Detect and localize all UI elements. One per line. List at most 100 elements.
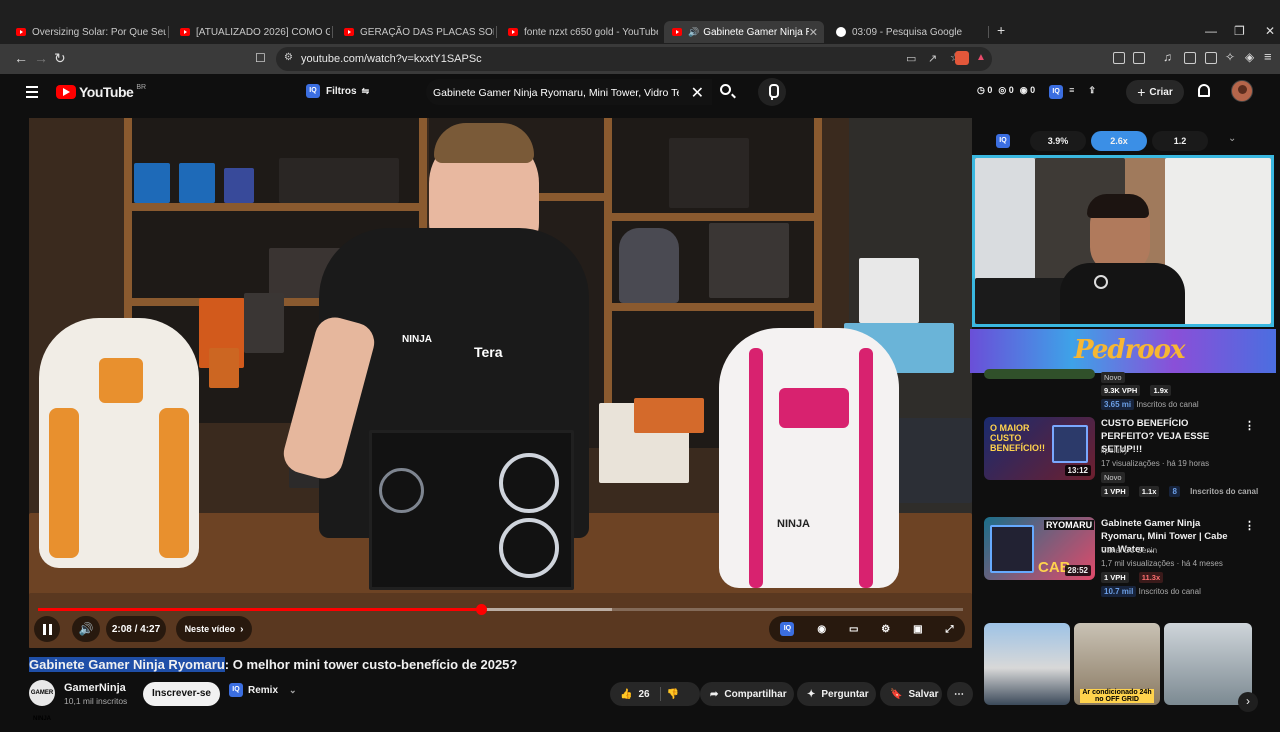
close-tab-icon[interactable]: ✕ bbox=[809, 26, 818, 39]
browser-tab[interactable]: [ATUALIZADO 2026] COMO GANHAR bbox=[172, 21, 330, 43]
ask-label: Perguntar bbox=[821, 688, 869, 700]
list-icon[interactable]: ≡ bbox=[1069, 85, 1074, 99]
extension-icon[interactable] bbox=[1133, 52, 1145, 64]
short-thumbnail-text: Ar condicionado 24h no OFF GRID bbox=[1080, 689, 1154, 703]
share-icon[interactable]: ↗ bbox=[928, 52, 937, 65]
volume-button[interactable]: 🔊 bbox=[72, 616, 100, 642]
progress-fill bbox=[38, 608, 481, 611]
iq-stat-pill[interactable]: 1.2 bbox=[1152, 131, 1208, 151]
browser-tab[interactable]: GERAÇÃO DAS PLACAS SOLAR EM D bbox=[336, 21, 494, 43]
ask-button[interactable]: ✦ Perguntar bbox=[797, 682, 876, 706]
autoplay-toggle-icon[interactable]: ◉ bbox=[817, 624, 826, 635]
fullscreen-icon[interactable]: ⤢ bbox=[946, 624, 954, 635]
play-pause-button[interactable] bbox=[34, 616, 60, 642]
country-code: BR bbox=[136, 83, 147, 91]
more-vertical-icon[interactable]: ⋮ bbox=[1244, 419, 1255, 432]
subscribe-button[interactable]: Inscrever-se bbox=[143, 682, 220, 706]
time-text: 2:08 / 4:27 bbox=[111, 623, 161, 635]
back-icon[interactable]: ← bbox=[14, 50, 28, 66]
youtube-logo[interactable]: YouTube BR bbox=[56, 84, 146, 100]
browser-tab[interactable]: 03:09 - Pesquisa Google bbox=[828, 21, 986, 43]
short-thumbnail[interactable] bbox=[984, 623, 1070, 705]
channel-avatar[interactable]: GAMER NINJA bbox=[29, 680, 55, 722]
music-icon[interactable]: ♫ bbox=[1163, 50, 1172, 64]
recommended-video[interactable]: O MAIOR CUSTO BENEFÍCIO!! 13:12 CUSTO BE… bbox=[984, 417, 1258, 497]
chapters-label: Neste vídeo bbox=[184, 624, 236, 634]
minimize-button[interactable]: — bbox=[1205, 24, 1217, 38]
thumbs-up-icon[interactable]: 👍 bbox=[620, 689, 632, 700]
chapters-button[interactable]: Neste vídeo › bbox=[176, 616, 252, 642]
voice-search-button[interactable] bbox=[758, 78, 786, 106]
create-button[interactable]: + Criar bbox=[1126, 80, 1184, 104]
more-vertical-icon[interactable]: ⋮ bbox=[1244, 519, 1255, 532]
site-info-icon[interactable]: ⚙ bbox=[284, 52, 293, 63]
iq-stat-pill-selected[interactable]: 2.6x bbox=[1091, 131, 1147, 151]
address-bar[interactable]: ⚙ youtube.com/watch?v=kxxtY1SAPSc ▭ ↗ ☆ bbox=[276, 47, 992, 71]
close-window-button[interactable]: ✕ bbox=[1265, 24, 1275, 38]
iq-stat-pill[interactable]: 3.9% bbox=[1030, 131, 1086, 151]
short-thumbnail[interactable]: Ar condicionado 24h no OFF GRID bbox=[1074, 623, 1160, 705]
wallet-icon[interactable] bbox=[1205, 52, 1217, 64]
theater-mode-icon[interactable]: ▣ bbox=[913, 624, 922, 635]
new-tab-button[interactable]: + bbox=[997, 22, 1005, 38]
sidebar-icon[interactable] bbox=[1184, 52, 1196, 64]
reload-icon[interactable]: ↻ bbox=[54, 50, 66, 67]
extension-icon[interactable] bbox=[1113, 52, 1125, 64]
browser-tab[interactable]: fonte nzxt c650 gold - YouTube bbox=[500, 21, 658, 43]
save-button[interactable]: 🔖 Salvar bbox=[880, 682, 942, 706]
user-avatar[interactable] bbox=[1231, 80, 1253, 102]
iq-badge[interactable]: IQ bbox=[780, 622, 795, 636]
recommended-video[interactable]: RYOMARU CAB 28:52 Gabinete Gamer Ninja R… bbox=[984, 517, 1255, 597]
like-count[interactable]: 26 bbox=[638, 689, 649, 700]
channel-name[interactable]: lipeluffy bbox=[1101, 446, 1128, 455]
vpn-icon[interactable]: ◈ bbox=[1245, 50, 1254, 64]
browser-tab-active[interactable]: 🔊 Gabinete Gamer Ninja Ryomar ✕ bbox=[664, 21, 824, 43]
filters-button[interactable]: IQ Filtros ⇋ bbox=[306, 84, 369, 98]
upload-icon[interactable]: ⇪ bbox=[1088, 85, 1096, 99]
tab-title: [ATUALIZADO 2026] COMO GANHAR bbox=[196, 26, 330, 38]
iq-badge[interactable]: IQ bbox=[996, 134, 1010, 148]
progress-bar[interactable] bbox=[38, 604, 963, 615]
thumbs-down-icon[interactable]: 👎 bbox=[667, 689, 679, 700]
new-badge: Novo bbox=[1101, 372, 1125, 383]
share-button[interactable]: ➦ Compartilhar bbox=[700, 682, 794, 706]
recommended-video[interactable]: Novo 9.3K VPH 1.9x 3.65 mi Inscritos do … bbox=[984, 369, 1254, 413]
bookmark-icon: 🔖 bbox=[890, 688, 903, 700]
scrubber-handle[interactable] bbox=[476, 604, 487, 615]
subtitles-icon[interactable]: ▭ bbox=[849, 624, 858, 635]
clear-search-icon[interactable]: ✕ bbox=[691, 83, 704, 103]
hamburger-menu-icon[interactable] bbox=[26, 86, 38, 101]
chair-logo: NINJA bbox=[777, 518, 811, 530]
channel-name[interactable]: Canal Do Senin bbox=[1101, 546, 1157, 555]
counter: ◉ 0 bbox=[1019, 85, 1036, 95]
rewards-icon[interactable]: ▲ bbox=[976, 52, 986, 63]
menu-icon[interactable]: ≡ bbox=[1264, 49, 1272, 64]
like-dislike-group: 👍 26 👎 bbox=[610, 682, 700, 706]
maximize-button[interactable]: ❐ bbox=[1234, 24, 1245, 38]
browser-tab[interactable]: Oversizing Solar: Por Que Seu Inverso bbox=[8, 21, 166, 43]
notifications-bell-icon[interactable] bbox=[1198, 84, 1210, 97]
sliders-icon: ⇋ bbox=[361, 85, 370, 96]
channel-name[interactable]: GamerNinja bbox=[64, 682, 126, 694]
video-thumbnail[interactable]: RYOMARU CAB 28:52 bbox=[984, 517, 1095, 580]
short-thumbnail[interactable] bbox=[1164, 623, 1252, 705]
brave-shield-icon[interactable] bbox=[955, 51, 969, 65]
search-button[interactable] bbox=[712, 79, 742, 105]
search-input[interactable]: Gabinete Gamer Ninja Ryomaru, Mini Tower… bbox=[426, 79, 712, 105]
install-app-icon[interactable]: ▭ bbox=[906, 52, 916, 65]
video-thumbnail[interactable] bbox=[984, 369, 1095, 379]
youtube-favicon-icon bbox=[16, 28, 26, 36]
chevron-down-icon[interactable]: ⌄ bbox=[1228, 133, 1236, 144]
forward-icon[interactable]: → bbox=[34, 50, 48, 66]
youtube-wordmark: YouTube bbox=[79, 84, 134, 100]
settings-gear-icon[interactable]: ⚙ bbox=[881, 624, 890, 635]
remix-button[interactable]: IQ Remix ⌄ bbox=[229, 683, 297, 697]
search-query: Gabinete Gamer Ninja Ryomaru, Mini Tower… bbox=[433, 87, 679, 99]
leo-ai-icon[interactable]: ✧ bbox=[1225, 50, 1235, 64]
bookmark-icon[interactable]: ☐ bbox=[255, 51, 266, 65]
scroll-right-button[interactable]: › bbox=[1238, 692, 1258, 712]
video-player[interactable]: NINJA Tera NINJA 🔊 2:08 / 4:27 Neste víd… bbox=[29, 118, 972, 648]
iq-badge[interactable]: IQ bbox=[1049, 85, 1064, 99]
video-thumbnail[interactable]: O MAIOR CUSTO BENEFÍCIO!! 13:12 bbox=[984, 417, 1095, 480]
more-actions-button[interactable]: ⋯ bbox=[947, 682, 973, 706]
